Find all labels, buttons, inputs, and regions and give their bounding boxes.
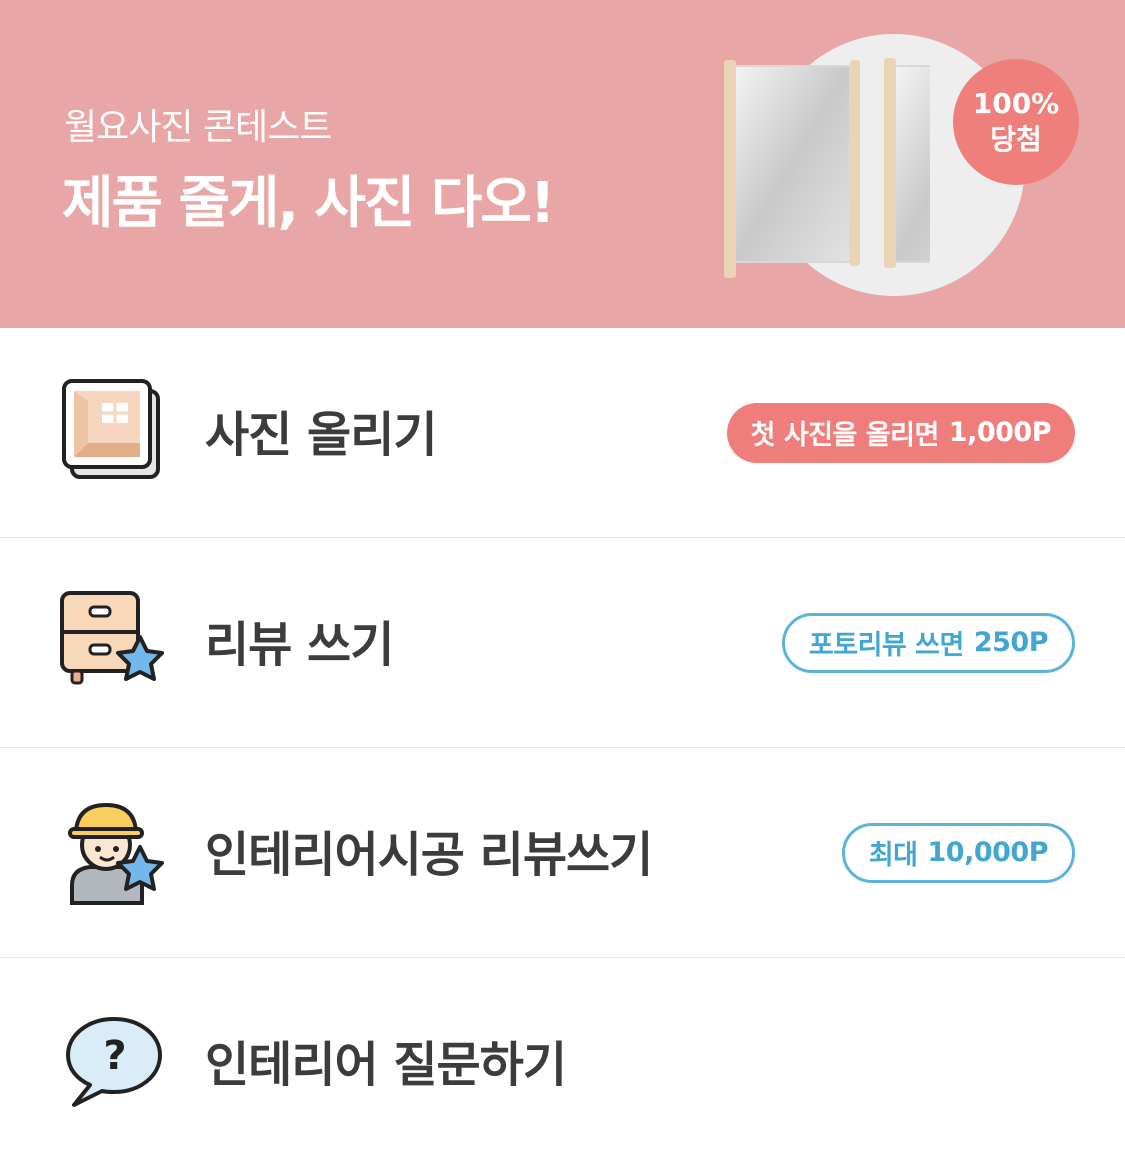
reward-badge: 최대 10,000P (841, 822, 1075, 883)
menu-item-upload-photo[interactable]: 사진 올리기 첫 사진을 올리면 1,000P (0, 328, 1125, 538)
badge-percent: 100% (972, 87, 1060, 120)
reward-amount: 10,000P (927, 837, 1049, 868)
banner-title: 제품 줄게, 사진 다오! (62, 171, 555, 236)
win-badge: 100% 당첨 (953, 59, 1079, 185)
contest-banner[interactable]: 월요사진 콘테스트 제품 줄게, 사진 다오! 100% 당첨 (0, 0, 1125, 328)
menu-item-write-review[interactable]: 리뷰 쓰기 포토리뷰 쓰면 250P (0, 538, 1125, 748)
svg-text:?: ? (103, 1033, 126, 1079)
reward-amount: 250P (973, 627, 1049, 658)
mirror-product-image (724, 58, 930, 278)
action-menu: 사진 올리기 첫 사진을 올리면 1,000P 리뷰 쓰기 포토리뷰 쓰면 25… (0, 328, 1125, 1168)
banner-subtitle: 월요사진 콘테스트 (64, 107, 332, 148)
drawer-star-icon (60, 590, 164, 684)
reward-text: 포토리뷰 쓰면 (808, 630, 964, 661)
menu-item-label: 인테리어 질문하기 (205, 1037, 567, 1094)
menu-item-label: 인테리어시공 리뷰쓰기 (205, 826, 653, 883)
menu-item-label: 사진 올리기 (205, 406, 438, 463)
photo-upload-icon (62, 378, 160, 479)
worker-star-icon (68, 802, 164, 905)
menu-item-ask-question[interactable]: ? 인테리어 질문하기 (0, 958, 1125, 1168)
question-bubble-icon: ? (66, 1017, 162, 1107)
menu-item-label: 리뷰 쓰기 (205, 616, 394, 673)
reward-amount: 1,000P (948, 417, 1052, 448)
reward-text: 첫 사진을 올리면 (750, 420, 940, 451)
reward-badge: 첫 사진을 올리면 1,000P (726, 402, 1075, 463)
reward-text: 최대 (868, 840, 918, 871)
badge-label: 당첨 (990, 123, 1042, 156)
reward-badge: 포토리뷰 쓰면 250P (781, 612, 1075, 673)
menu-item-construction-review[interactable]: 인테리어시공 리뷰쓰기 최대 10,000P (0, 748, 1125, 958)
